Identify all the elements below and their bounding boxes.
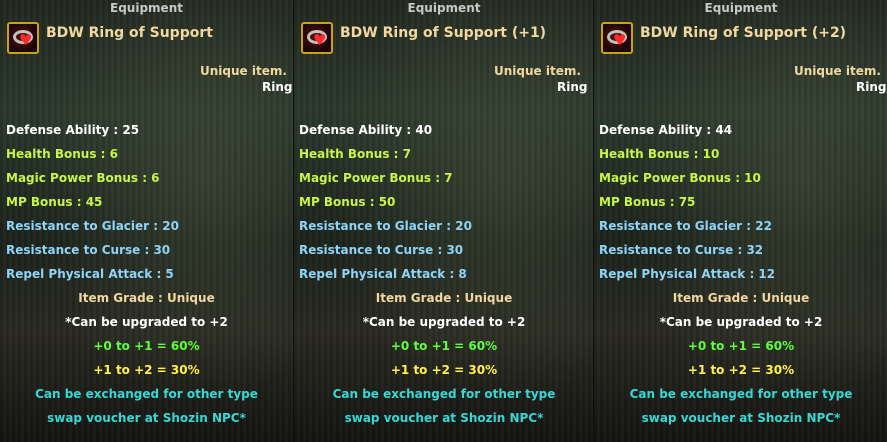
unique-label: Unique item. <box>494 64 581 78</box>
item-title: BDW Ring of Support (+2) <box>640 25 847 41</box>
upgrade-rate-1: +0 to +1 = 60% <box>93 339 200 353</box>
stat-magic: Magic Power Bonus : 7 <box>299 171 453 185</box>
panel-header: Equipment <box>110 1 183 15</box>
stat-defense: Defense Ability : 25 <box>6 123 140 137</box>
stat-health: Health Bonus : 10 <box>599 147 720 161</box>
stat-mp: MP Bonus : 50 <box>299 195 396 209</box>
item-grade: Item Grade : Unique <box>375 291 513 305</box>
stat-curse: Resistance to Curse : 32 <box>599 243 764 257</box>
exchange-note-1: Can be exchanged for other type <box>35 387 258 401</box>
heart-ring-icon: ♥ <box>301 22 333 54</box>
stat-magic: Magic Power Bonus : 10 <box>599 171 761 185</box>
stat-glacier: Resistance to Glacier : 22 <box>599 219 772 233</box>
upgrade-rate-1: +0 to +1 = 60% <box>390 339 498 353</box>
stat-glacier: Resistance to Glacier : 20 <box>299 219 472 233</box>
stat-health: Health Bonus : 7 <box>299 147 411 161</box>
stat-defense: Defense Ability : 40 <box>299 123 433 137</box>
unique-label: Unique item. <box>794 64 881 78</box>
tooltip-panel-base: Equipment ♥ BDW Ring of Support Unique i… <box>0 0 293 442</box>
exchange-note-2: swap voucher at Shozin NPC* <box>344 411 544 425</box>
item-grade: Item Grade : Unique <box>78 291 215 305</box>
item-grade: Item Grade : Unique <box>672 291 810 305</box>
upgrade-rate-1: +0 to +1 = 60% <box>687 339 795 353</box>
exchange-note-1: Can be exchanged for other type <box>629 387 853 401</box>
upgrade-rate-2: +1 to +2 = 30% <box>93 363 200 377</box>
tooltip-panel-plus1: Equipment ♥ BDW Ring of Support (+1) Uni… <box>293 0 594 442</box>
exchange-note-1: Can be exchanged for other type <box>332 387 556 401</box>
stat-repel: Repel Physical Attack : 5 <box>6 267 174 281</box>
stat-curse: Resistance to Curse : 30 <box>6 243 171 257</box>
panel-header: Equipment <box>407 1 481 15</box>
stat-glacier: Resistance to Glacier : 20 <box>6 219 179 233</box>
panel-header: Equipment <box>704 1 778 15</box>
stat-mp: MP Bonus : 45 <box>6 195 103 209</box>
upgrade-rate-2: +1 to +2 = 30% <box>390 363 498 377</box>
item-type: Ring <box>262 80 293 94</box>
exchange-note-2: swap voucher at Shozin NPC* <box>641 411 841 425</box>
unique-label: Unique item. <box>200 64 287 78</box>
stat-magic: Magic Power Bonus : 6 <box>6 171 160 185</box>
stat-health: Health Bonus : 6 <box>6 147 118 161</box>
heart-ring-icon: ♥ <box>601 22 633 54</box>
stat-repel: Repel Physical Attack : 8 <box>299 267 467 281</box>
item-type: Ring <box>856 80 887 94</box>
stat-repel: Repel Physical Attack : 12 <box>599 267 776 281</box>
exchange-note-2: swap voucher at Shozin NPC* <box>47 411 246 425</box>
tooltip-panel-plus2: Equipment ♥ BDW Ring of Support (+2) Uni… <box>593 0 887 442</box>
stat-mp: MP Bonus : 75 <box>599 195 696 209</box>
item-title: BDW Ring of Support <box>46 25 213 41</box>
upgrade-rate-2: +1 to +2 = 30% <box>687 363 795 377</box>
item-type: Ring <box>557 80 588 94</box>
upgrade-note: *Can be upgraded to +2 <box>362 315 526 329</box>
item-title: BDW Ring of Support (+1) <box>340 25 547 41</box>
stat-defense: Defense Ability : 44 <box>599 123 733 137</box>
upgrade-note: *Can be upgraded to +2 <box>659 315 823 329</box>
upgrade-note: *Can be upgraded to +2 <box>65 315 228 329</box>
heart-ring-icon: ♥ <box>7 22 39 54</box>
stat-curse: Resistance to Curse : 30 <box>299 243 464 257</box>
